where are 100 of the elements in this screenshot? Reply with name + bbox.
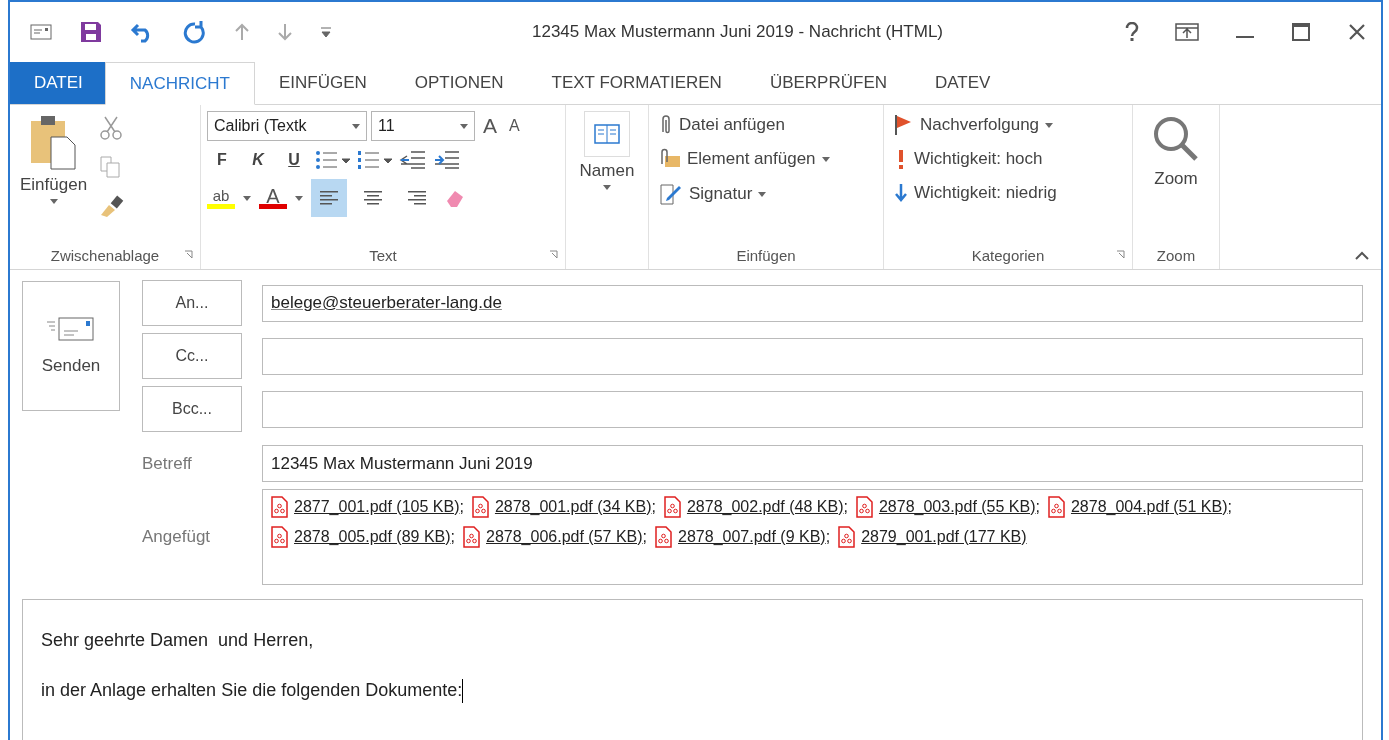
attachment-link[interactable]: 2878_002.pdf (48 KB); xyxy=(686,495,848,519)
attachment-link[interactable]: 2878_006.pdf (57 KB); xyxy=(486,525,648,549)
subject-field[interactable]: 12345 Max Mustermann Juni 2019 xyxy=(262,445,1363,482)
send-button[interactable]: Senden xyxy=(22,281,120,411)
pdf-file-icon xyxy=(663,496,681,518)
align-left-icon xyxy=(320,191,338,205)
redo-icon[interactable] xyxy=(183,20,207,44)
ribbon-tab[interactable]: DATEV xyxy=(911,62,1015,104)
ribbon-button[interactable]: Signatur xyxy=(655,179,877,209)
align-center-icon xyxy=(364,191,382,205)
body-text: Sehr geehrte Damen und Herren, xyxy=(41,630,315,651)
pdf-file-icon xyxy=(855,496,873,518)
ribbon-button[interactable]: Wichtigkeit: hoch xyxy=(890,145,1126,173)
increase-indent-icon[interactable] xyxy=(433,150,461,170)
font-size-dropdown[interactable]: 11 xyxy=(371,111,475,141)
ribbon-tab[interactable]: ÜBERPRÜFEN xyxy=(745,62,911,104)
collapse-ribbon-icon[interactable] xyxy=(1355,251,1369,261)
subject-label: Betreff xyxy=(142,453,193,474)
paperclip-envelope-icon[interactable] xyxy=(659,148,681,170)
dialog-launcher-icon[interactable] xyxy=(549,250,559,260)
address-book-icon xyxy=(584,111,630,157)
recipient-button[interactable]: Cc... xyxy=(142,333,242,379)
group-label: Zoom xyxy=(1156,246,1196,264)
caret-icon xyxy=(603,185,611,190)
scissors-icon[interactable] xyxy=(99,115,124,141)
pdf-file-icon xyxy=(271,496,288,518)
recipient-field[interactable] xyxy=(262,390,1363,428)
group-label: Zwischenablage xyxy=(50,246,160,264)
ribbon-button[interactable]: Element anfügen xyxy=(655,145,877,173)
align-left-button[interactable] xyxy=(311,179,347,217)
pen-document-icon[interactable] xyxy=(659,182,683,206)
pdf-file-icon xyxy=(463,526,480,548)
bullet-list-icon[interactable] xyxy=(315,149,351,171)
pdf-file-icon xyxy=(1047,496,1065,518)
bold-button[interactable]: F xyxy=(207,145,237,175)
pdf-file-icon xyxy=(655,526,673,548)
caret-icon xyxy=(243,195,251,201)
italic-button[interactable]: K xyxy=(243,145,273,175)
down-arrow-icon[interactable] xyxy=(894,182,908,204)
caret-icon xyxy=(352,123,360,129)
zoom-button[interactable]: Zoom xyxy=(1148,111,1204,241)
caret-icon xyxy=(821,156,830,162)
attachments-label: Angefügt xyxy=(142,527,212,547)
ribbon-tab[interactable]: EINFÜGEN xyxy=(254,62,391,104)
ribbon-display-icon[interactable] xyxy=(1175,22,1199,42)
recipient-button[interactable]: An... xyxy=(142,280,242,326)
up-arrow-icon[interactable] xyxy=(234,22,250,42)
window-title: 12345 Max Mustermann Juni 2019 - Nachricht (HTML) xyxy=(531,22,944,42)
caret-icon xyxy=(1045,122,1054,128)
ribbon-tab[interactable]: TEXT FORMATIEREN xyxy=(527,62,746,104)
grow-font-button[interactable]: A xyxy=(479,114,501,138)
attachment-link[interactable]: 2878_007.pdf (9 KB); xyxy=(678,525,831,549)
attachment-link[interactable]: 2878_005.pdf (89 KB); xyxy=(294,525,455,549)
help-icon[interactable] xyxy=(1125,22,1139,42)
ribbon-button[interactable]: Nachverfolgung xyxy=(890,111,1126,139)
pdf-file-icon xyxy=(271,526,288,548)
caret-icon xyxy=(49,199,58,204)
format-painter-icon[interactable] xyxy=(99,193,126,217)
ribbon-tab[interactable]: DATEI xyxy=(10,62,105,104)
attachment-link[interactable]: 2878_003.pdf (55 KB); xyxy=(878,495,1040,519)
underline-button[interactable]: U xyxy=(279,145,309,175)
dialog-launcher-icon[interactable] xyxy=(1116,250,1126,260)
group-label: Kategorien xyxy=(971,246,1045,264)
group-label: Text xyxy=(369,246,397,264)
decrease-indent-icon[interactable] xyxy=(399,150,427,170)
names-button[interactable]: Namen xyxy=(575,111,639,241)
pdf-file-icon xyxy=(838,526,856,548)
ribbon-button[interactable]: Datei anfügen xyxy=(655,111,877,139)
message-body[interactable]: Sehr geehrte Damen und Herren, in der Anlage erhalten Sie die folgenden Dokumente: xyxy=(22,599,1363,740)
save-icon[interactable] xyxy=(79,20,103,44)
font-name-dropdown[interactable]: Calibri (Textk xyxy=(207,111,367,141)
ribbon-tab[interactable]: NACHRICHT xyxy=(104,62,255,105)
caret-icon xyxy=(460,123,468,129)
mail-icon[interactable] xyxy=(30,24,52,40)
dialog-launcher-icon[interactable] xyxy=(184,250,194,260)
recipient-field[interactable] xyxy=(262,337,1363,375)
attachment-link[interactable]: 2878_001.pdf (34 KB); xyxy=(494,495,656,519)
clipboard-icon xyxy=(28,115,79,171)
attachment-link[interactable]: 2877_001.pdf (105 KB); xyxy=(294,495,464,519)
maximize-icon[interactable] xyxy=(1291,22,1311,42)
pdf-file-icon xyxy=(471,496,489,518)
font-color-button[interactable]: A xyxy=(259,187,287,209)
shrink-font-button[interactable]: A xyxy=(505,117,524,135)
ribbon-button[interactable]: Wichtigkeit: niedrig xyxy=(890,179,1126,207)
body-text: in der Anlage erhalten Sie die folgenden Dokumente: xyxy=(41,679,1344,703)
down-arrow-icon[interactable] xyxy=(277,22,293,42)
attachment-link[interactable]: 2879_001.pdf (177 KB) xyxy=(861,525,1027,549)
attachment-link[interactable]: 2878_004.pdf (51 KB); xyxy=(1070,495,1232,519)
paste-button[interactable]: Einfügen xyxy=(16,111,92,241)
recipient-field[interactable]: belege@steuerberater-lang.de xyxy=(262,284,1363,322)
close-icon[interactable] xyxy=(1347,22,1367,42)
ribbon-tab[interactable]: OPTIONEN xyxy=(390,62,528,104)
caret-icon xyxy=(295,195,303,201)
group-label: Einfügen xyxy=(736,246,796,264)
highlight-button[interactable]: ab xyxy=(207,187,235,209)
customize-menu-icon[interactable] xyxy=(320,26,332,38)
paperclip-icon[interactable] xyxy=(659,114,673,136)
align-right-icon xyxy=(408,191,426,205)
numbered-list-icon[interactable] xyxy=(357,149,393,171)
recipient-button[interactable]: Bcc... xyxy=(142,386,242,432)
